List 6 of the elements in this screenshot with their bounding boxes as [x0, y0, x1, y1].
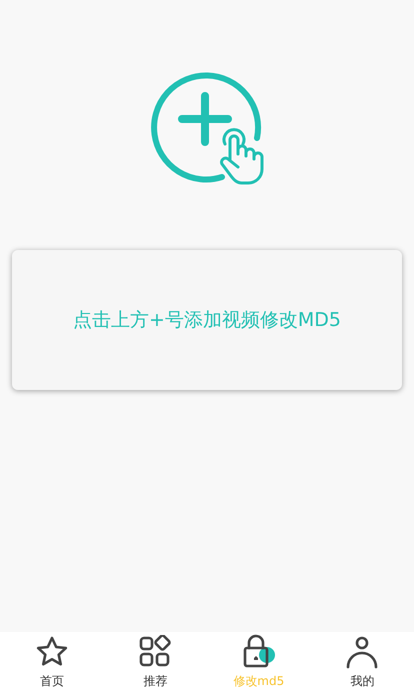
nav-tab[interactable]: 首页: [0, 632, 104, 692]
nav-tab[interactable]: 推荐: [104, 632, 207, 692]
person-icon: [345, 635, 380, 669]
nav-tab[interactable]: 我的: [310, 632, 414, 692]
prompt-text: 点击上方+号添加视频修改MD5: [72, 308, 342, 333]
grid-icon: [138, 635, 172, 669]
